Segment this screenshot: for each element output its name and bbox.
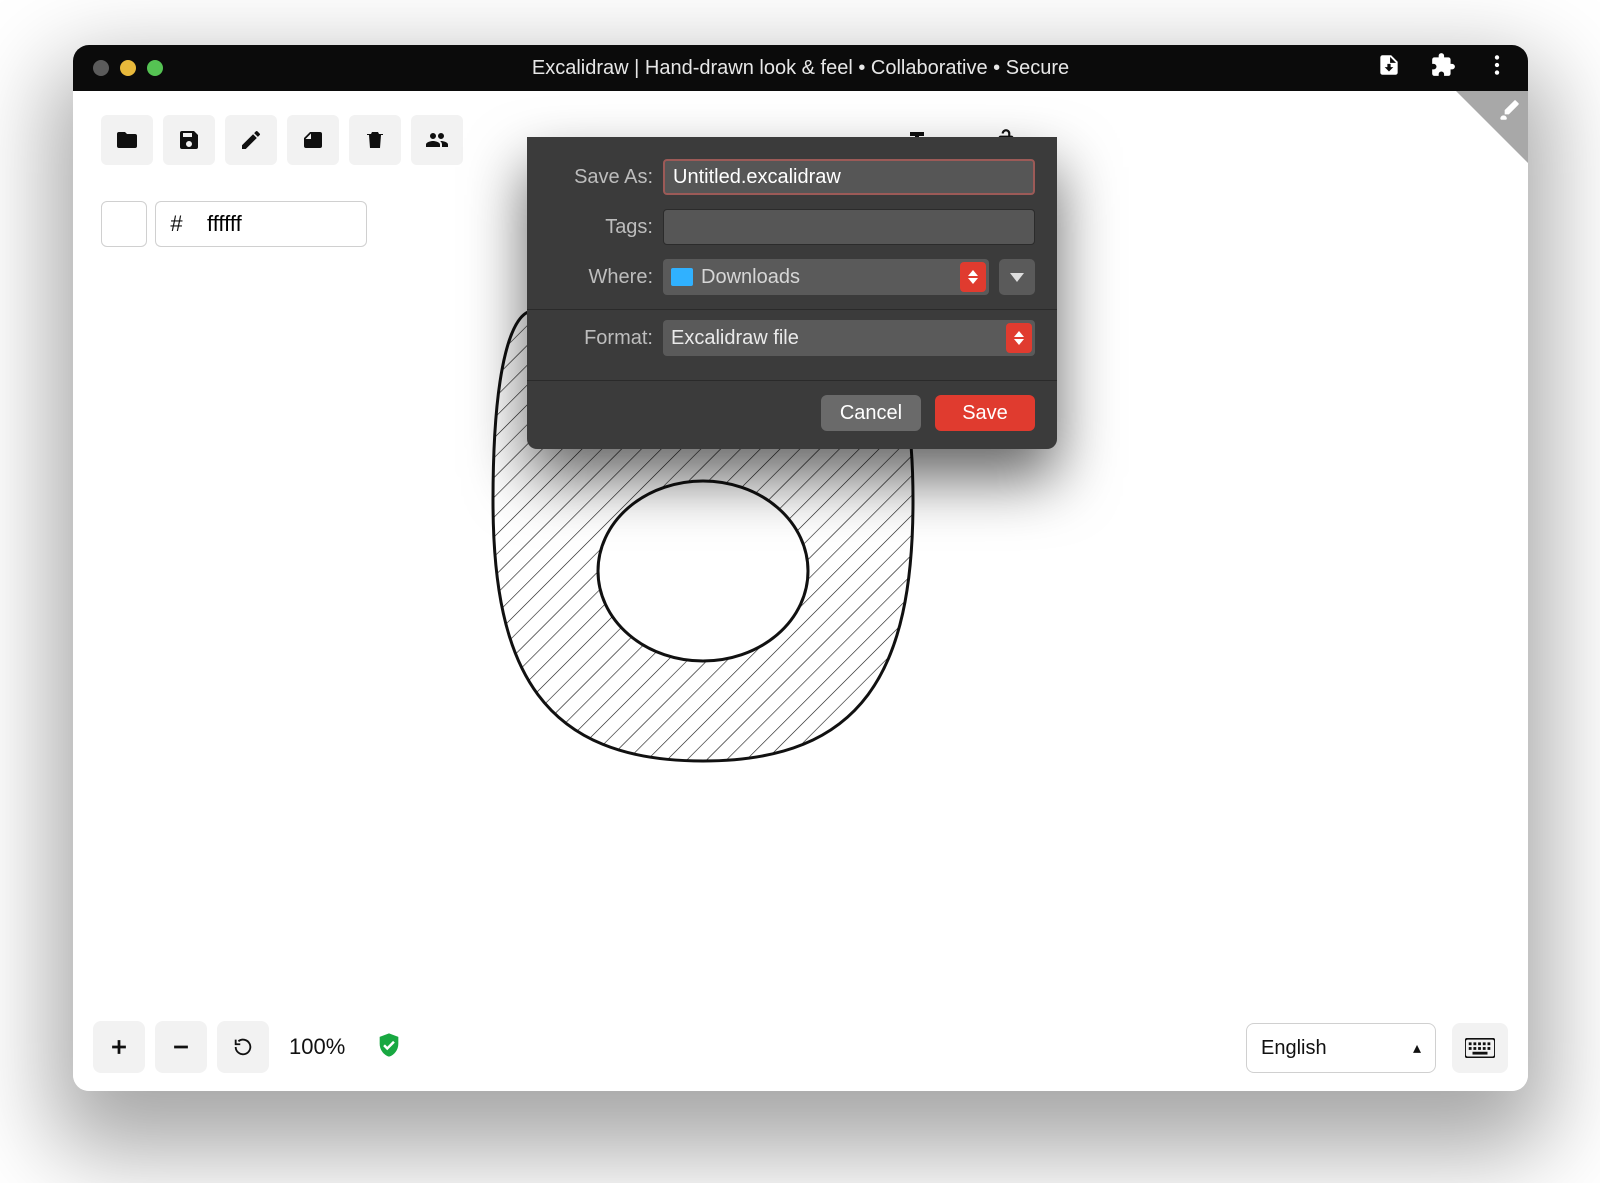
more-menu-icon[interactable]	[1484, 52, 1510, 84]
format-select[interactable]: Excalidraw file	[663, 320, 1035, 356]
save-as-input[interactable]	[663, 159, 1035, 195]
secure-shield-icon[interactable]	[375, 1031, 403, 1064]
keyboard-icon	[1465, 1038, 1495, 1058]
users-icon	[425, 128, 449, 152]
language-select[interactable]: English	[1246, 1023, 1436, 1073]
edit-icon	[239, 128, 263, 152]
save-button[interactable]: Save	[935, 395, 1035, 431]
hash-prefix: #	[155, 201, 197, 247]
app-surface: 8 # Floppy	[73, 91, 1528, 1091]
export-button[interactable]	[287, 115, 339, 165]
footer-right: English	[1246, 1023, 1508, 1073]
save-as-button[interactable]	[225, 115, 277, 165]
extensions-icon[interactable]	[1430, 52, 1456, 84]
zoom-level: 100%	[289, 1034, 345, 1060]
install-app-icon[interactable]	[1376, 52, 1402, 84]
clear-button[interactable]	[349, 115, 401, 165]
save-button[interactable]	[163, 115, 215, 165]
save-dialog: Save As: Tags: Where: Downloads	[527, 137, 1057, 449]
tags-label: Tags:	[549, 216, 653, 239]
trash-icon	[363, 128, 387, 152]
plus-icon	[108, 1036, 130, 1058]
color-swatch[interactable]	[101, 201, 147, 247]
stepper-icon	[960, 262, 986, 292]
file-toolbar	[93, 107, 471, 173]
format-value: Excalidraw file	[671, 327, 799, 350]
background-color-picker: #	[93, 193, 375, 255]
folder-icon	[671, 268, 693, 286]
save-as-label: Save As:	[549, 166, 653, 189]
zoom-window-button[interactable]	[147, 60, 163, 76]
where-label: Where:	[549, 266, 653, 289]
zoom-in-button[interactable]	[93, 1021, 145, 1073]
close-window-button[interactable]	[93, 60, 109, 76]
zoom-out-button[interactable]	[155, 1021, 207, 1073]
app-window: Excalidraw | Hand-drawn look & feel • Co…	[73, 45, 1528, 1091]
expand-dialog-button[interactable]	[999, 259, 1035, 295]
floppy-save-icon	[177, 128, 201, 152]
tags-input[interactable]	[663, 209, 1035, 245]
folder-open-icon	[115, 128, 139, 152]
cancel-button[interactable]: Cancel	[821, 395, 921, 431]
zoom-reset-button[interactable]	[217, 1021, 269, 1073]
open-button[interactable]	[101, 115, 153, 165]
zoom-controls: 100%	[93, 1021, 403, 1073]
reset-icon	[232, 1036, 254, 1058]
hex-input[interactable]	[197, 201, 367, 247]
language-value: English	[1261, 1037, 1327, 1060]
where-select[interactable]: Downloads	[663, 259, 989, 295]
titlebar: Excalidraw | Hand-drawn look & feel • Co…	[73, 45, 1528, 91]
window-title: Excalidraw | Hand-drawn look & feel • Co…	[73, 57, 1528, 80]
brush-icon[interactable]	[1496, 97, 1522, 128]
format-label: Format:	[549, 327, 653, 350]
collaborate-button[interactable]	[411, 115, 463, 165]
minus-icon	[170, 1036, 192, 1058]
minimize-window-button[interactable]	[120, 60, 136, 76]
window-controls	[73, 60, 163, 76]
where-value: Downloads	[701, 266, 800, 289]
stepper-icon	[1006, 323, 1032, 353]
export-icon	[301, 128, 325, 152]
keyboard-shortcuts-button[interactable]	[1452, 1023, 1508, 1073]
